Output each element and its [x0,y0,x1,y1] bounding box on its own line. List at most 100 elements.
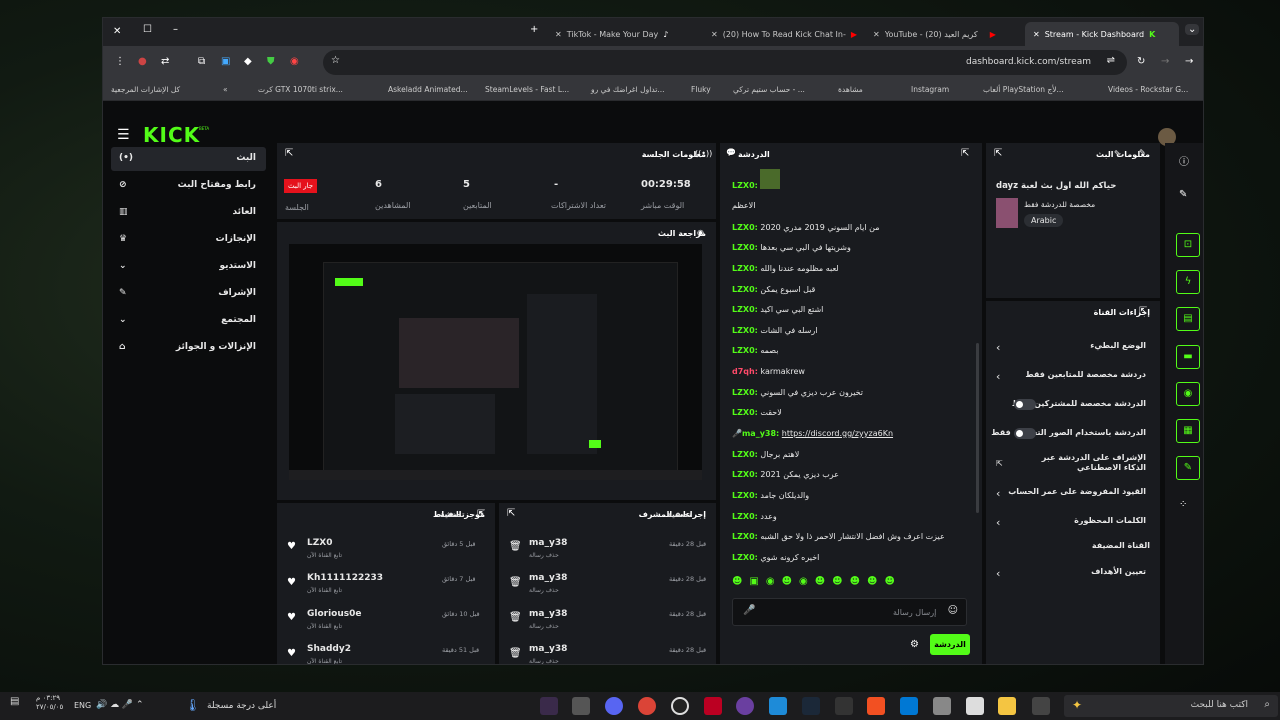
chat-scrollbar[interactable] [976,343,979,513]
back-icon[interactable]: → [1185,56,1193,67]
filter-button[interactable]: تصفية [440,510,465,519]
app-icon[interactable] [933,697,951,715]
mod-user[interactable]: ma_y38 [529,609,567,619]
url-bar[interactable]: ☆ dashboard.kick.com/stream ⇌ [323,50,1127,75]
hamburger-menu-icon[interactable]: ☰ [117,127,130,143]
steelseries-icon[interactable] [671,697,689,715]
taskbar-search[interactable]: ✦ اكتب هنا للبحث ⌕ [1064,695,1278,717]
language-indicator[interactable]: ENG [74,701,91,710]
extensions-puzzle-icon[interactable]: ⧉ [198,56,205,67]
tab-youtube[interactable]: ✕ YouTube - كريم العيد (20) ▶ [865,22,1004,46]
sidebar-item-stream[interactable]: البث (•) [111,147,266,171]
tab-tiktok[interactable]: ✕ TikTok - Make Your Day ♪ [547,22,676,46]
mod-user[interactable]: ma_y38 [529,538,567,548]
app-icon[interactable] [736,697,754,715]
bookmark-item[interactable]: Askeladd Animated... [388,85,468,94]
clock[interactable]: ٠٣:٢٩ م ٢٧/٠٥/٠٥ [36,694,63,712]
edit-icon[interactable]: ✎ [1114,149,1121,158]
extension-icon[interactable]: ◆ [244,56,252,67]
weather-text[interactable]: أعلى درجة مسجلة [207,701,276,711]
close-tab-icon[interactable]: ✕ [1033,30,1040,39]
chat-icon[interactable]: ▬ [1176,345,1200,369]
kick-logo[interactable]: KICK [143,123,200,147]
bookmark-item[interactable]: ألعاب PlayStation لأج... [983,85,1064,94]
close-window-icon[interactable]: ✕ [113,26,121,37]
bookmark-item[interactable]: حساب ستيم تركي - ... [733,85,805,94]
sidebar-item-moderation[interactable]: الإشراف ✎ [111,282,266,306]
app-icon[interactable] [900,697,918,715]
chrome-icon[interactable] [638,697,656,715]
sidebar-item-achievements[interactable]: الإنجازات ♛ [111,228,266,252]
set-goals-row[interactable]: تعيين الأهداف › [996,567,1146,580]
bookmark-item[interactable]: Videos - Rockstar G... [1108,85,1188,94]
bookmark-star-icon[interactable]: ☆ [331,55,340,66]
notification-icon[interactable]: ▤ [10,696,19,707]
mod-user[interactable]: ma_y38 [529,573,567,583]
popout-icon[interactable]: ⇱ [961,148,969,159]
emoji-icon[interactable]: ☺ [948,605,958,616]
pencil-icon[interactable]: ✎ [1179,189,1187,200]
bookmark-item[interactable]: Instagram [911,85,949,94]
task-view-icon[interactable] [1032,697,1050,715]
extension-icon[interactable]: ◉ [290,56,299,67]
apps-icon[interactable]: ⁘ [1179,499,1187,510]
chat-input[interactable]: 🎤 إرسال رسالة ☺ [732,598,967,626]
bookmark-item[interactable]: مشاهدة [838,85,863,94]
obs-icon[interactable] [572,697,590,715]
emote-bar[interactable]: ☻▣◉☻◉☻☻☻☻☻ [732,576,967,590]
tab-kick-dashboard[interactable]: ✕ Stream - Kick Dashboard K [1025,22,1179,46]
lightning-icon[interactable]: ϟ [1176,270,1200,294]
scan-icon[interactable]: ⊡ [1176,233,1200,257]
reload-icon[interactable]: ↻ [1137,56,1145,67]
minimize-icon[interactable]: – [173,24,178,35]
extension-icon[interactable]: ● [138,56,147,67]
popout-icon[interactable]: ⇱ [1139,306,1147,317]
activity-user[interactable]: Kh1111122233 [307,573,383,583]
activity-user[interactable]: Shaddy2 [307,644,351,654]
send-chat-button[interactable]: الدردشة [930,634,970,655]
gear-icon[interactable]: ⚙ [910,639,919,650]
layout-icon[interactable]: ▦ [1176,419,1200,443]
ai-moderation-row[interactable]: الإشراف على الدردشة عبر الذكاء الاصطناعي… [996,453,1146,473]
forward-icon[interactable]: → [1161,56,1169,67]
extension-icon[interactable]: ⇄ [161,56,169,67]
info-icon[interactable]: ⓘ [1179,153,1189,168]
discord-icon[interactable] [605,697,623,715]
menu-dots-icon[interactable]: ⋮ [115,56,125,67]
steam-icon[interactable] [802,697,820,715]
slow-mode-row[interactable]: الوضع البطيء › [996,341,1146,354]
shield-icon[interactable]: ⛊ [267,56,275,67]
subs-only-toggle[interactable] [1014,399,1036,410]
sidebar-item-revenue[interactable]: العائد ▥ [111,201,266,225]
bookmark-item[interactable]: SteamLevels - Fast L... [485,85,569,94]
tab-youtube-kick[interactable]: ✕ (20) How To Read Kick Chat In- ▶ [703,22,865,46]
extension-icon[interactable]: ▣ [221,56,230,67]
popout-icon[interactable]: ⇱ [994,148,1002,159]
sidebar-item-key[interactable]: رابط ومفتاح البث ⊘ [111,174,266,198]
app-icon[interactable] [769,697,787,715]
popout-icon[interactable]: ⇱ [507,508,515,519]
broadcast-icon[interactable]: ◉ [1176,382,1200,406]
wrench-icon[interactable]: ✎ [1176,456,1200,480]
stream-preview-video[interactable] [289,244,702,480]
bookmark-item[interactable]: تداول اغراضك في رو... [591,85,664,94]
chevron-left-icon[interactable]: « [223,85,228,94]
file-explorer-icon[interactable] [998,697,1016,715]
sidebar-item-drops[interactable]: الإنزالات و الجوائز ⌂ [111,336,266,360]
sidebar-item-studio[interactable]: الاستديو⌄▣ [111,255,354,279]
all-bookmarks-link[interactable]: كل الإشارات المرجعية [111,85,180,94]
site-settings-icon[interactable]: ⇌ [1107,55,1115,66]
bookmark-item[interactable]: Fluky [691,85,711,94]
filter-button[interactable]: تصفية [667,510,692,519]
banned-words-row[interactable]: الكلمات المحظورة › [996,516,1146,529]
tray-icons[interactable]: 🔊 ☁ 🎤 ⌃ [96,700,144,710]
close-tab-icon[interactable]: ✕ [711,30,718,39]
followers-only-row[interactable]: دردشة مخصصة للمتابعين فقط › [996,370,1146,383]
chat-link[interactable]: https://discord.gg/zyyza6Kn [782,429,893,438]
note-icon[interactable]: ▤ [1176,307,1200,331]
popout-icon[interactable]: ⇱ [477,509,485,520]
app-icon[interactable] [704,697,722,715]
store-icon[interactable] [966,697,984,715]
close-tab-icon[interactable]: ✕ [873,30,880,39]
new-tab-icon[interactable]: + [530,24,538,35]
